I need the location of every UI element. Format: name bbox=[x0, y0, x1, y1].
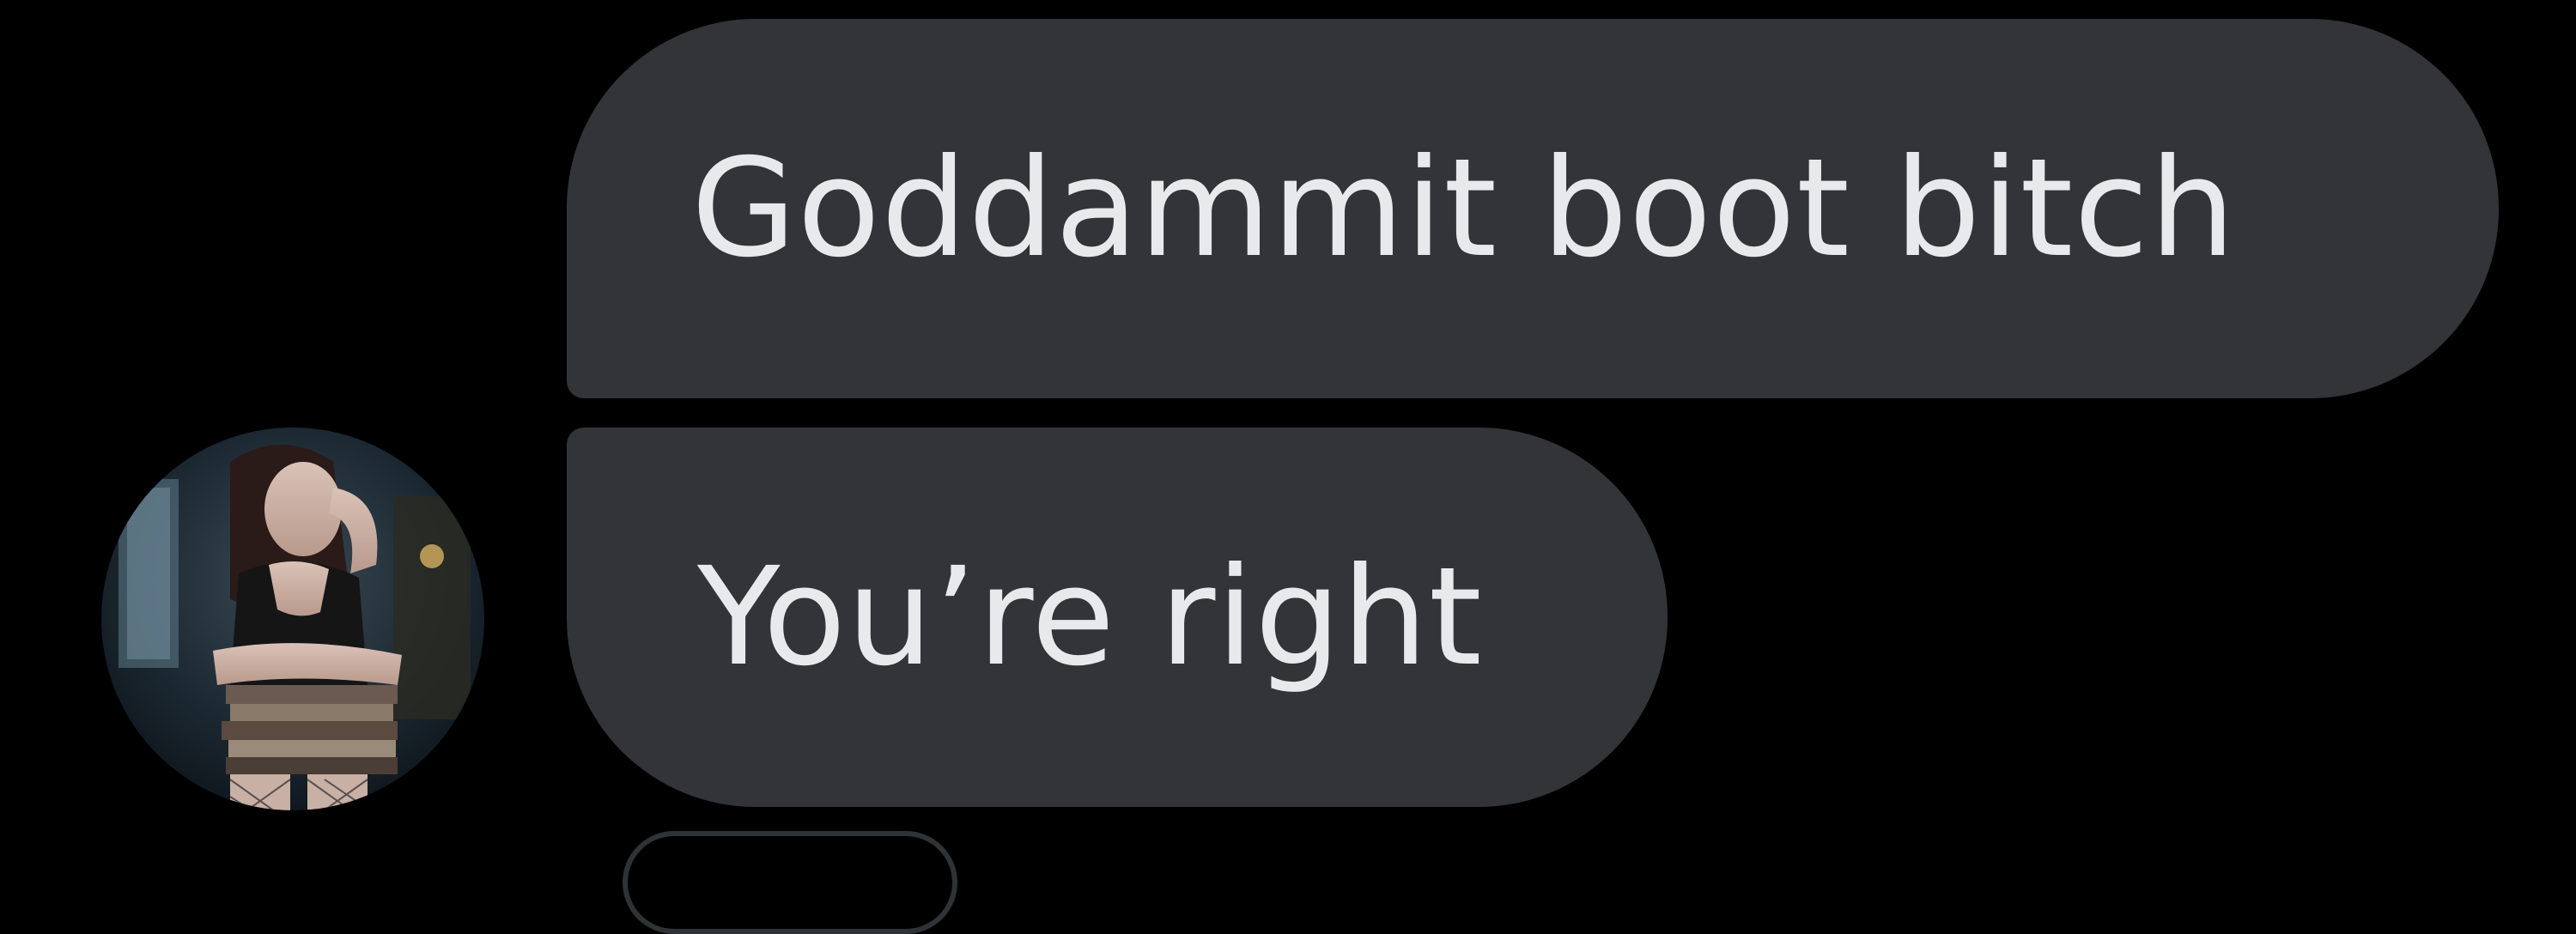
message-text: You’re right bbox=[697, 538, 1483, 696]
profile-photo-avatar-icon bbox=[101, 428, 484, 810]
message-bubble[interactable]: You’re right bbox=[567, 428, 1668, 807]
reaction-pill[interactable] bbox=[623, 831, 957, 934]
message-bubble[interactable]: Goddammit boot bitch bbox=[567, 19, 2499, 398]
message-text: Goddammit boot bitch bbox=[691, 130, 2237, 288]
sender-avatar[interactable] bbox=[101, 428, 484, 810]
